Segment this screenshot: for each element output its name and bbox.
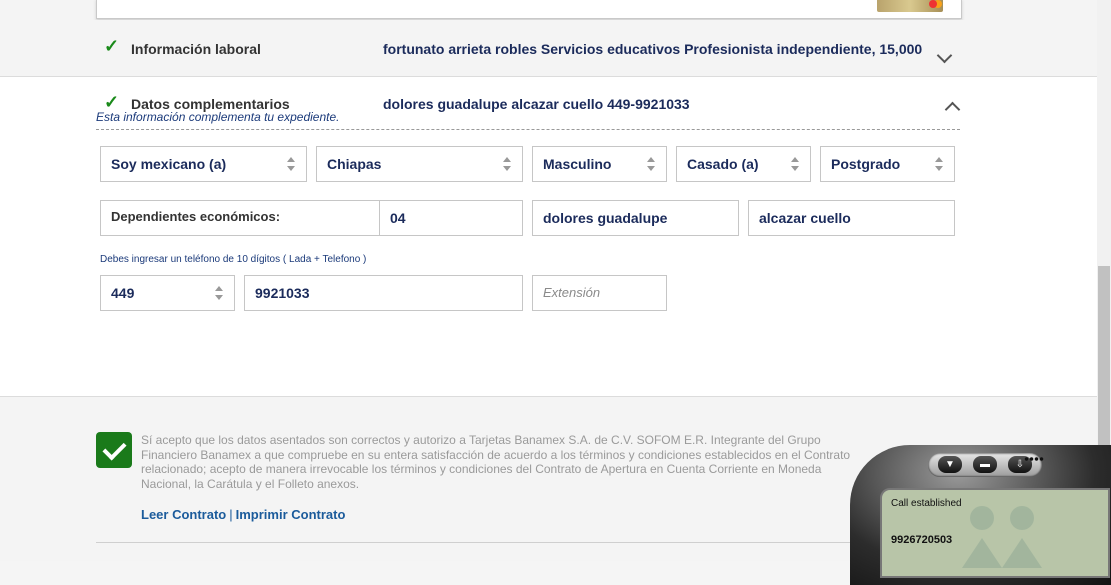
area-code-select[interactable]: 449 — [100, 275, 235, 311]
select-value: Postgrado — [831, 156, 901, 172]
select-arrows-icon — [214, 286, 224, 300]
section-note: Esta información complementa tu expedien… — [96, 110, 340, 124]
dependents-label: Dependientes económicos: — [100, 200, 380, 236]
select-arrows-icon — [646, 157, 656, 171]
select-value: Soy mexicano (a) — [111, 156, 227, 172]
accept-terms-checkbox[interactable] — [96, 432, 132, 468]
softphone-widget: ▼ ▬ ⇩ Call established 9926720503 — [850, 445, 1111, 585]
credit-card-thumbnail — [877, 0, 943, 12]
section-label: Información laboral — [131, 41, 261, 57]
section-datos-complementarios — [0, 77, 1097, 397]
gender-select[interactable]: Masculino — [532, 146, 667, 182]
education-select[interactable]: Postgrado — [820, 146, 955, 182]
marital-status-select[interactable]: Casado (a) — [676, 146, 811, 182]
softphone-screen: Call established 9926720503 — [880, 488, 1110, 578]
read-contract-link[interactable]: Leer Contrato — [141, 507, 226, 522]
select-value: Masculino — [543, 156, 612, 172]
dropdown-icon[interactable]: ▼ — [938, 456, 962, 473]
divider — [96, 542, 866, 543]
select-value: Chiapas — [327, 156, 382, 172]
section-summary: dolores guadalupe alcazar cuello 449-992… — [383, 96, 690, 112]
phone-input[interactable]: 9921033 — [244, 275, 523, 311]
select-arrows-icon — [934, 157, 944, 171]
select-arrows-icon — [502, 157, 512, 171]
print-contract-link[interactable]: Imprimir Contrato — [236, 507, 346, 522]
dependents-input[interactable]: 04 — [379, 200, 523, 236]
state-select[interactable]: Chiapas — [316, 146, 523, 182]
terms-text: Sí acepto que los datos asentados son co… — [141, 433, 851, 491]
nationality-select[interactable]: Soy mexicano (a) — [100, 146, 307, 182]
extension-input[interactable]: Extensión — [532, 275, 667, 311]
previous-section-card — [96, 0, 962, 19]
last-name-input[interactable]: alcazar cuello — [748, 200, 955, 236]
call-number: 9926720503 — [891, 534, 953, 546]
select-arrows-icon — [790, 157, 800, 171]
select-value: Casado (a) — [687, 156, 759, 172]
select-arrows-icon — [286, 157, 296, 171]
contract-links: Leer Contrato | Imprimir Contrato — [141, 507, 345, 522]
check-icon: ✓ — [104, 36, 120, 56]
chevron-down-icon[interactable] — [936, 47, 953, 64]
phone-hint: Debes ingresar un teléfono de 10 dígitos… — [100, 254, 367, 265]
link-separator: | — [229, 507, 233, 522]
section-informacion-laboral[interactable]: ✓ Información laboral fortunato arrieta … — [0, 20, 1097, 77]
minimize-icon[interactable]: ▬ — [973, 456, 997, 473]
speaker-dots — [1024, 456, 1044, 462]
select-value: 449 — [111, 285, 135, 301]
call-status: Call established — [891, 498, 962, 509]
people-logo-icon — [962, 506, 1042, 568]
divider — [96, 129, 960, 130]
first-name-input[interactable]: dolores guadalupe — [532, 200, 739, 236]
section-summary: fortunato arrieta robles Servicios educa… — [383, 41, 923, 57]
